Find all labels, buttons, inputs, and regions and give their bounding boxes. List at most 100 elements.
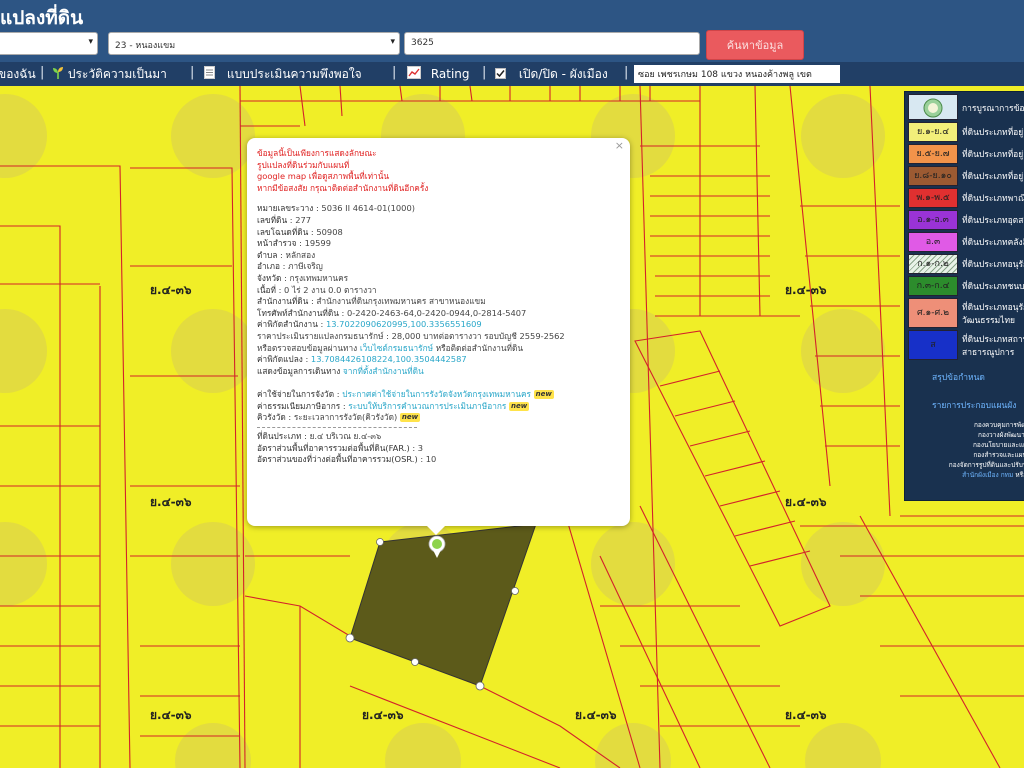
survey-sheet-row: หมายเลขระวาง : 5036 II 4614-01(1000) [257, 203, 415, 214]
check-row: หรือตรวจสอบข้อมูลผ่านทาง เว็บไซต์กรมธนาร… [257, 342, 524, 353]
toolbar-item-survey-label: แบบประเมินความพึงพอใจ [226, 67, 362, 81]
legend-item: ก.๑-ก.๒ ที่ดินประเภทอนุรักษ์ [908, 254, 1024, 274]
legend-header: การบูรณาการข้อมูล [908, 94, 1024, 120]
toolbar-item-cityplan-toggle[interactable]: เปิด/ปิด - ผังเมือง [495, 66, 608, 82]
legend-label: ที่ดินประเภทพาณิชย [962, 194, 1024, 204]
legend-label: ที่ดินประเภทอนุรักษ์ [962, 260, 1024, 270]
agency-list: กองควบคุมการพัฒ กองวางผังพัฒนาเ กองนโยบา… [908, 420, 1024, 480]
legend-label: ที่ดินประเภทคลังสินค้า [962, 238, 1024, 248]
legend-footer: สำนักผังเมือง กทม หรือ [908, 470, 1024, 480]
legend-label: ที่ดินประเภทสถาบัน [962, 335, 1024, 345]
office-coord-link[interactable]: 13.7022090620995,100.3356551609 [326, 319, 482, 329]
checkbox-checked-icon [495, 67, 506, 83]
office-coord-row: ค่าพิกัดสำนักงาน : 13.7022090620995,100.… [257, 319, 482, 330]
agency-list-link[interactable]: รายการประกอบแผนผัง [908, 392, 1024, 414]
queue-link[interactable]: ระยะเวลาการรังวัด(คิวรังวัด) [294, 412, 397, 422]
zone-label: ย.๔-๓๖ [150, 283, 192, 297]
toolbar-item-history[interactable]: ประวัติความเป็นมา [52, 66, 167, 82]
warning-line: ข้อมูลนี้เป็นเพียงการแสดงลักษณะ [257, 148, 377, 158]
district-select[interactable]: ▾ [0, 32, 98, 55]
legend-item: อ.๑-อ.๓ ที่ดินประเภทอุตสาหกรรม [908, 210, 1024, 230]
legend-swatch: ย.๑-ย.๔ [908, 122, 958, 142]
toolbar-divider: | [190, 65, 195, 80]
zone-label: ย.๔-๓๖ [150, 708, 192, 722]
fee-link[interactable]: ประกาศค่าใช้จ่ายในการรังวัดจังหวัดกรุงเท… [342, 389, 531, 399]
subdistrict-select[interactable]: 23 - หนองแขม ▾ [108, 32, 400, 55]
parcel-coord-row: ค่าพิกัดแปลง : 13.7084426108224,100.3504… [257, 354, 467, 365]
chevron-down-icon: ▾ [390, 37, 395, 47]
chevron-down-icon: ▾ [88, 37, 93, 47]
toolbar-item-history-label: ประวัติความเป็นมา [67, 67, 167, 81]
zone-label: ย.๔-๓๖ [150, 495, 192, 509]
legend-swatch: พ.๑-พ.๕ [908, 188, 958, 208]
legend-swatch: ส [908, 330, 958, 360]
legend-item: ส ที่ดินประเภทสถาบัน สาธารณูปการ [908, 330, 1024, 360]
legend-swatch: ศ.๑-ศ.๒ [908, 298, 958, 328]
zone-type-row: ที่ดินประเภท : ย.๔ บริเวณ ย.๔-๓๖ [257, 431, 382, 442]
search-bar: ▾ 23 - หนองแขม ▾ 3625 ค้นหาข้อมูล [0, 28, 1024, 62]
toolbar-item-rating-label: Rating [430, 67, 470, 81]
toolbar-item-rating[interactable]: Rating [407, 66, 470, 82]
queue-row: คิวรังวัด : ระยะเวลาการรังวัด(คิวรังวัด)… [257, 412, 421, 423]
agency-item[interactable]: กองนโยบายและแผ [908, 440, 1024, 450]
close-icon[interactable]: × [615, 140, 624, 152]
new-badge: new [399, 413, 421, 423]
office-row: สำนักงานที่ดิน : สำนักงานที่ดินกรุงเทพมห… [257, 296, 486, 307]
tax-row: ค่าธรรมเนียมภาษีอากร : ระบบให้บริการคำนว… [257, 400, 530, 411]
agency-item[interactable]: กองสำรวจและแผน [908, 450, 1024, 460]
legend-item: พ.๑-พ.๕ ที่ดินประเภทพาณิชย [908, 188, 1024, 208]
address-search-input[interactable]: ซอย เพชรเกษม 108 แขวง หนองค้างพลู เขต [634, 65, 840, 83]
fee-row: ค่าใช้จ่ายในการจังวัด : ประกาศค่าใช้จ่าย… [257, 389, 554, 400]
legend-item: อ.๓ ที่ดินประเภทคลังสินค้า [908, 232, 1024, 252]
agency-item[interactable]: กองควบคุมการพัฒ [908, 420, 1024, 430]
warning-line: รูปแปลงที่ดินร่วมกับแผนที่ [257, 159, 350, 170]
new-badge: new [509, 401, 530, 411]
legend-label: ที่ดินประเภทที่อยู่อาศัย [962, 150, 1024, 160]
agency-item[interactable]: กองวางผังพัฒนาเ [908, 430, 1024, 440]
route-row: แสดงข้อมูลการเดินทาง จากที่ตั้งสำนักงานท… [257, 365, 424, 376]
price-row: ราคาประเมินรายแปลงกรมธนารักษ์ : 28,000 บ… [257, 330, 565, 341]
legend-header-text: การบูรณาการข้อมูล [962, 104, 1024, 114]
far-row: อัตราส่วนพื้นที่อาคารรวมต่อพื้นที่ดิน(FA… [257, 442, 424, 453]
legend-label: วัฒนธรรมไทย [962, 316, 1016, 326]
popup-divider [257, 427, 417, 429]
treasury-website-link[interactable]: เว็บไซต์กรมธนารักษ์ [360, 343, 433, 353]
legend-label: สาธารณูปการ [962, 348, 1015, 358]
planning-office-link[interactable]: สำนักผังเมือง กทม [962, 471, 1013, 479]
legend-swatch: อ.๑-อ.๓ [908, 210, 958, 230]
parcel-info-popup: × ข้อมูลนี้เป็นเพียงการแสดงลักษณะ รูปแปล… [247, 138, 630, 535]
toolbar-divider: | [482, 65, 487, 80]
toolbar-item-survey[interactable]: แบบประเมินความพึงพอใจ [204, 66, 362, 82]
zone-label: ย.๔-๓๖ [575, 708, 617, 722]
zone-label: ย.๔-๓๖ [785, 495, 827, 509]
legend-item: ก.๓-ก.๔ ที่ดินประเภทชนบท [908, 276, 1024, 296]
parcel-coord-link[interactable]: 13.7084426108224,100.3504442587 [311, 354, 467, 364]
legend-label: ที่ดินประเภทอนุรักษ์ [962, 303, 1024, 313]
survey-page-row: หน้าสำรวจ : 19599 [257, 238, 331, 249]
toolbar: ของฉัน | ประวัติความเป็นมา | แบบประเมินค… [0, 62, 1024, 86]
toolbar-divider: | [392, 65, 397, 80]
toolbar-divider: | [624, 65, 629, 80]
toolbar-item-mine[interactable]: ของฉัน [0, 66, 36, 82]
zone-label: ย.๔-๓๖ [362, 708, 404, 722]
route-link[interactable]: จากที่ตั้งสำนักงานที่ดิน [343, 366, 424, 376]
toolbar-item-cityplan-label: เปิด/ปิด - ผังเมือง [518, 67, 608, 81]
land-number-row: เลขที่ดิน : 277 [257, 214, 312, 225]
legend-swatch: ก.๑-ก.๒ [908, 254, 958, 274]
legend-item: ศ.๑-ศ.๒ ที่ดินประเภทอนุรักษ์ วัฒนธรรมไทย [908, 298, 1024, 328]
province-row: จังหวัด : กรุงเทพมหานคร [257, 272, 349, 283]
toolbar-divider: | [40, 65, 45, 80]
summary-link[interactable]: สรุปข้อกำหนด [908, 364, 1024, 386]
search-button[interactable]: ค้นหาข้อมูล [706, 30, 804, 60]
popup-warning: ข้อมูลนี้เป็นเพียงการแสดงลักษณะ รูปแปลงท… [257, 148, 620, 194]
document-icon [204, 66, 215, 83]
parcel-number-input[interactable]: 3625 [404, 32, 700, 55]
agency-item[interactable]: กองจัดการรูปที่ดินและปรับป [908, 460, 1024, 470]
legend-label: ที่ดินประเภทชนบท [962, 282, 1024, 292]
warning-line: google map เพื่อดูสภาพพื้นที่เท่านั้น [257, 171, 390, 182]
tax-link[interactable]: ระบบให้บริการคำนวณการประเมินภาษีอากร [348, 401, 506, 411]
phone-row: โทรศัพท์สำนักงานที่ดิน : 0-2420-2463-64,… [257, 307, 527, 318]
legend-panel: การบูรณาการข้อมูล ย.๑-ย.๔ ที่ดินประเภทที… [904, 91, 1024, 501]
legend-label: ที่ดินประเภทที่อยู่อาศัย [962, 128, 1024, 138]
area-row: เนื้อที่ : 0 ไร่ 2 งาน 0.0 ตารางวา [257, 284, 377, 295]
